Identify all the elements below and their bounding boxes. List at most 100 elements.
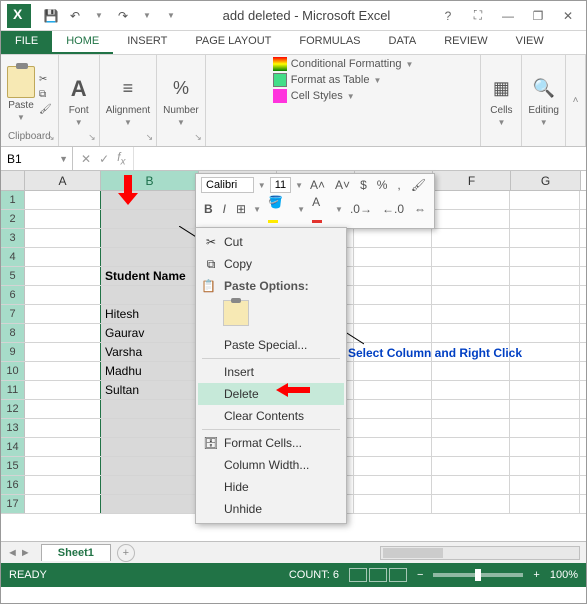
tab-file[interactable]: FILE bbox=[1, 31, 52, 54]
cell[interactable] bbox=[354, 476, 432, 494]
row-header[interactable]: 11 bbox=[1, 381, 25, 399]
cell[interactable] bbox=[25, 457, 101, 475]
accounting-format-icon[interactable]: $ bbox=[357, 178, 370, 192]
cell[interactable] bbox=[354, 457, 432, 475]
close-button[interactable]: ✕ bbox=[554, 5, 582, 27]
row-header[interactable]: 6 bbox=[1, 286, 25, 304]
tab-review[interactable]: REVIEW bbox=[430, 31, 501, 54]
col-header-g[interactable]: G bbox=[511, 171, 581, 190]
conditional-formatting-button[interactable]: Conditional Formatting ▼ bbox=[273, 57, 414, 71]
row-header[interactable]: 7 bbox=[1, 305, 25, 323]
cell[interactable] bbox=[25, 343, 101, 361]
cell[interactable] bbox=[510, 476, 580, 494]
cell[interactable] bbox=[432, 267, 510, 285]
cell[interactable] bbox=[432, 457, 510, 475]
tab-page-layout[interactable]: PAGE LAYOUT bbox=[181, 31, 285, 54]
cell[interactable] bbox=[25, 324, 101, 342]
increase-font-icon[interactable]: A˄ bbox=[307, 178, 328, 192]
help-button[interactable]: ? bbox=[434, 5, 462, 27]
col-header-a[interactable]: A bbox=[25, 171, 101, 190]
cell[interactable] bbox=[354, 248, 432, 266]
percent-format-icon[interactable]: % bbox=[374, 178, 391, 192]
cell[interactable] bbox=[354, 286, 432, 304]
ctx-hide[interactable]: Hide bbox=[198, 476, 344, 498]
cell[interactable] bbox=[510, 229, 580, 247]
cell[interactable] bbox=[432, 438, 510, 456]
cell[interactable] bbox=[25, 419, 101, 437]
cut-icon[interactable]: ✂ bbox=[39, 74, 52, 85]
cells-button[interactable]: ▦ Cells ▼ bbox=[487, 75, 515, 127]
row-header[interactable]: 13 bbox=[1, 419, 25, 437]
border-icon[interactable]: ⊞ bbox=[233, 202, 249, 216]
cell[interactable] bbox=[432, 495, 510, 513]
ctx-delete[interactable]: Delete bbox=[198, 383, 344, 405]
row-header[interactable]: 14 bbox=[1, 438, 25, 456]
cell[interactable] bbox=[510, 324, 580, 342]
select-all-corner[interactable] bbox=[1, 171, 25, 190]
cell[interactable] bbox=[25, 286, 101, 304]
ctx-insert[interactable]: Insert bbox=[198, 361, 344, 383]
zoom-out-button[interactable]: − bbox=[417, 569, 423, 581]
zoom-level[interactable]: 100% bbox=[550, 569, 578, 581]
sheet-nav-prev-icon[interactable]: ◄ bbox=[7, 547, 18, 559]
format-as-table-button[interactable]: Format as Table ▼ bbox=[273, 73, 414, 87]
number-button[interactable]: % Number ▼ bbox=[163, 75, 199, 127]
view-page-layout-button[interactable] bbox=[369, 568, 387, 582]
cell[interactable] bbox=[432, 210, 510, 228]
row-header[interactable]: 9 bbox=[1, 343, 25, 361]
view-normal-button[interactable] bbox=[349, 568, 367, 582]
row-header[interactable]: 4 bbox=[1, 248, 25, 266]
zoom-slider[interactable] bbox=[433, 573, 523, 577]
restore-button[interactable]: ❐ bbox=[524, 5, 552, 27]
ctx-column-width[interactable]: Column Width... bbox=[198, 454, 344, 476]
cell-styles-button[interactable]: Cell Styles ▼ bbox=[273, 89, 414, 103]
save-icon[interactable]: 💾 bbox=[43, 8, 59, 24]
increase-decimal-icon[interactable]: .0→ bbox=[347, 202, 375, 216]
sheet-nav-next-icon[interactable]: ► bbox=[20, 547, 31, 559]
row-header[interactable]: 3 bbox=[1, 229, 25, 247]
cell[interactable] bbox=[25, 381, 101, 399]
cell[interactable] bbox=[354, 438, 432, 456]
sheet-tab-sheet1[interactable]: Sheet1 bbox=[41, 544, 111, 561]
cell[interactable] bbox=[100, 495, 198, 513]
cell[interactable] bbox=[510, 286, 580, 304]
undo-dropdown-icon[interactable]: ▼ bbox=[91, 8, 107, 24]
copy-icon[interactable]: ⧉ bbox=[39, 89, 52, 100]
namebox-dropdown-icon[interactable]: ▼ bbox=[59, 154, 68, 164]
cell[interactable] bbox=[510, 267, 580, 285]
col-header-f[interactable]: F bbox=[433, 171, 511, 190]
formula-input[interactable] bbox=[134, 147, 586, 170]
new-sheet-button[interactable]: + bbox=[117, 544, 135, 562]
row-header[interactable]: 5 bbox=[1, 267, 25, 285]
minimize-button[interactable]: — bbox=[494, 5, 522, 27]
clipboard-launcher-icon[interactable]: ↘ bbox=[47, 132, 55, 143]
cell[interactable] bbox=[432, 381, 510, 399]
cell[interactable] bbox=[510, 191, 580, 209]
cell[interactable] bbox=[25, 229, 101, 247]
tab-view[interactable]: VIEW bbox=[502, 31, 558, 54]
cell[interactable] bbox=[25, 362, 101, 380]
cell[interactable] bbox=[100, 457, 198, 475]
cell[interactable] bbox=[25, 400, 101, 418]
cell[interactable] bbox=[510, 381, 580, 399]
cell[interactable] bbox=[432, 305, 510, 323]
ctx-format-cells[interactable]: 🗄Format Cells... bbox=[198, 432, 344, 454]
enter-formula-icon[interactable]: ✓ bbox=[99, 152, 109, 166]
ctx-cut[interactable]: ✂Cut bbox=[198, 231, 344, 253]
cell[interactable] bbox=[354, 305, 432, 323]
cell[interactable] bbox=[354, 400, 432, 418]
cell[interactable] bbox=[510, 457, 580, 475]
italic-icon[interactable]: I bbox=[220, 202, 229, 216]
alignment-button[interactable]: ≡ Alignment ▼ bbox=[106, 75, 150, 127]
cell[interactable] bbox=[510, 248, 580, 266]
fx-icon[interactable]: fx bbox=[117, 150, 125, 167]
cell[interactable] bbox=[354, 495, 432, 513]
row-header[interactable]: 15 bbox=[1, 457, 25, 475]
cell[interactable] bbox=[25, 248, 101, 266]
name-box[interactable]: B1▼ bbox=[1, 147, 73, 170]
cell[interactable] bbox=[354, 324, 432, 342]
col-header-b[interactable]: B bbox=[101, 171, 199, 190]
row-header[interactable]: 17 bbox=[1, 495, 25, 513]
fill-color-icon[interactable]: 🪣 bbox=[265, 195, 293, 223]
font-color-icon[interactable]: A bbox=[309, 195, 331, 223]
